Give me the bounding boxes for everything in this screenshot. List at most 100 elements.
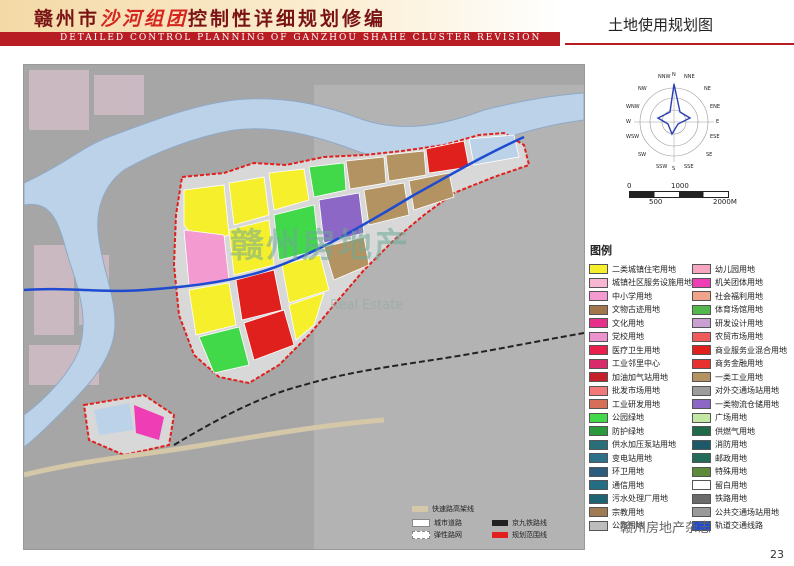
- legend-item: 铁路用地: [692, 492, 747, 506]
- legend-label: 研发设计用地: [715, 318, 763, 328]
- legend-item: 留白用地: [692, 478, 747, 492]
- legend-label: 农贸市场用地: [715, 332, 763, 341]
- map-legend-swatch: [412, 531, 430, 539]
- legend-swatch: [589, 291, 608, 301]
- legend-item: 环卫用地: [589, 465, 644, 479]
- legend-swatch: [589, 318, 608, 328]
- compass-label-sse: SSE: [684, 164, 694, 170]
- legend-swatch: [589, 372, 608, 382]
- scale-bar: 0 1000 500 2000M: [627, 182, 737, 208]
- legend-label: 供燃气用地: [715, 426, 755, 436]
- legend-swatch: [589, 264, 608, 274]
- title-part2: 控制性详细规划修编: [188, 8, 387, 30]
- legend-label: 广场用地: [715, 413, 747, 422]
- legend-item: 一类工业用地: [692, 370, 763, 384]
- legend-label: 铁路用地: [715, 494, 747, 503]
- map-legend-item: 弹性路网: [412, 530, 462, 540]
- legend-label: 特殊用地: [715, 467, 747, 476]
- legend-item: 社会福利用地: [692, 289, 763, 303]
- legend-item: 消防用地: [692, 438, 747, 452]
- legend-item: 文化用地: [589, 316, 644, 330]
- legend-label: 工业研发用地: [612, 399, 660, 409]
- legend-swatch: [589, 412, 608, 423]
- legend-swatch: [692, 358, 711, 369]
- legend-item: 加油加气站用地: [589, 370, 668, 384]
- compass-label-sw: SW: [638, 152, 647, 158]
- scale-label-1000: 1000: [671, 182, 689, 190]
- compass-label-ne: NE: [704, 86, 711, 92]
- legend-swatch: [589, 466, 608, 477]
- map-inset-legend: 快速路高架线 城市道路 京九铁路线 弹性路网 规划范围线: [412, 504, 562, 544]
- legend-label: 公共交通场站用地: [715, 507, 779, 517]
- legend-label: 文化用地: [612, 318, 644, 328]
- map-legend-item: 快速路高架线: [412, 504, 474, 514]
- scale-label-0: 0: [627, 182, 632, 190]
- legend-item: 商业服务业混合用地: [692, 343, 787, 357]
- legend-swatch: [692, 345, 711, 355]
- compass-label-n: N: [672, 72, 676, 78]
- legend-label: 工业邻里中心: [612, 359, 660, 368]
- legend-label: 对外交通场站用地: [715, 386, 779, 395]
- legend-item: 特殊用地: [692, 465, 747, 479]
- legend-swatch: [692, 291, 711, 301]
- map-legend-swatch: [412, 519, 430, 527]
- compass-label-ssw: SSW: [656, 164, 668, 170]
- map-legend-item: 规划范围线: [492, 530, 547, 540]
- legend-label: 党校用地: [612, 332, 644, 341]
- subtitle: DETAILED CONTROL PLANNING OF GANZHOU SHA…: [60, 33, 542, 43]
- land-use-map: [23, 64, 585, 550]
- legend-swatch: [589, 426, 608, 436]
- legend-label: 污水处理厂用地: [612, 494, 668, 503]
- compass-label-ene: ENE: [710, 104, 721, 110]
- legend-item: 文物古迹用地: [589, 303, 660, 317]
- map-legend-label: 规划范围线: [512, 531, 547, 539]
- legend-swatch: [692, 480, 711, 490]
- legend-swatch: [589, 493, 608, 504]
- compass-label-nnw: NNW: [658, 74, 671, 80]
- legend-item: 供燃气用地: [692, 424, 755, 438]
- legend-item: 工业研发用地: [589, 397, 660, 411]
- legend-label: 中小学用地: [612, 291, 652, 301]
- legend-swatch: [589, 345, 608, 355]
- compass-label-se: SE: [706, 152, 713, 158]
- scale-bar-graphic: [629, 191, 729, 198]
- legend-label: 邮政用地: [715, 453, 747, 463]
- brand-watermark: 赣州房地产杂志: [620, 521, 712, 536]
- legend-label: 加油加气站用地: [612, 372, 668, 382]
- heading-underline: [565, 43, 794, 45]
- legend-label: 变电站用地: [612, 453, 652, 463]
- map-legend-label: 弹性路网: [434, 531, 462, 539]
- legend-item: 二类城镇住宅用地: [589, 262, 676, 276]
- legend-swatch: [589, 358, 608, 369]
- legend-item: 广场用地: [692, 411, 747, 425]
- map-svg: [24, 65, 584, 549]
- section-heading: 土地使用规划图: [608, 16, 714, 34]
- legend-label: 通信用地: [612, 480, 644, 490]
- compass-label-nne: NNE: [684, 74, 695, 80]
- page-number: 23: [770, 548, 784, 561]
- legend-item: 变电站用地: [589, 451, 652, 465]
- legend-item: 通信用地: [589, 478, 644, 492]
- legend-swatch: [692, 493, 711, 504]
- legend-label: 宗教用地: [612, 507, 644, 517]
- compass-label-wnw: WNW: [626, 104, 640, 110]
- legend-item: 一类物流仓储用地: [692, 397, 779, 411]
- legend-swatch: [692, 304, 711, 315]
- legend-swatch: [692, 439, 711, 450]
- legend-swatch: [589, 453, 608, 463]
- legend-label: 环卫用地: [612, 467, 644, 476]
- legend-label: 供水加压泵站用地: [612, 440, 676, 449]
- legend-swatch: [589, 304, 608, 315]
- legend-swatch: [692, 466, 711, 477]
- legend-item: 批发市场用地: [589, 384, 660, 398]
- legend-swatch: [692, 453, 711, 463]
- page-title: 赣州市沙河组团控制性详细规划修编: [34, 4, 386, 31]
- map-legend-label: 京九铁路线: [512, 519, 547, 527]
- legend-swatch: [692, 372, 711, 382]
- legend-item: 中小学用地: [589, 289, 652, 303]
- legend-swatch: [589, 331, 608, 342]
- legend-label: 社会福利用地: [715, 291, 763, 301]
- legend-swatch: [692, 331, 711, 342]
- legend-label: 商务金融用地: [715, 359, 763, 368]
- legend-swatch: [589, 385, 608, 396]
